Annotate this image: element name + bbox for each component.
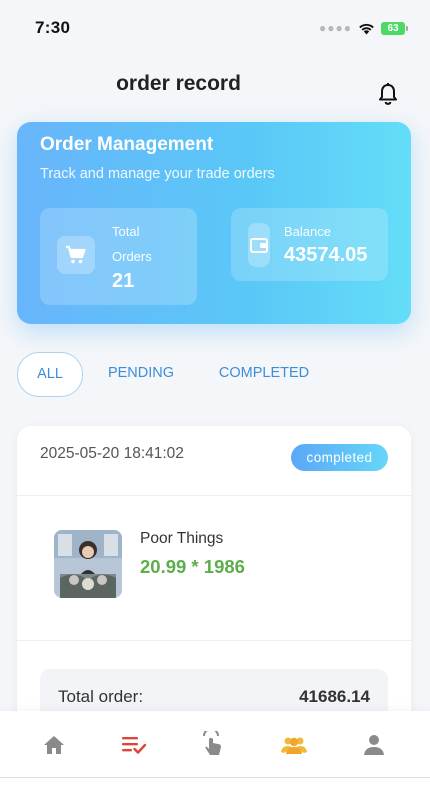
- total-order-label: Total order:: [58, 687, 144, 706]
- tap-hand-icon: [203, 731, 221, 755]
- summary-title: Order Management: [40, 134, 214, 155]
- tab-all[interactable]: ALL: [17, 352, 83, 397]
- page-header: order record: [0, 56, 430, 116]
- wallet-icon: [248, 223, 270, 267]
- status-time: 7:30: [35, 18, 71, 37]
- status-bar: 7:30 ●●●● 63: [0, 0, 430, 56]
- status-badge: completed: [291, 444, 388, 471]
- total-orders-label: Total Orders: [112, 224, 152, 264]
- divider: [17, 495, 411, 496]
- home-icon: [44, 736, 64, 754]
- user-icon: [364, 735, 384, 755]
- wifi-icon: [359, 23, 374, 34]
- product-thumbnail: [54, 530, 122, 598]
- balance-card: Balance 43574.05: [231, 208, 388, 281]
- balance-value: 43574.05: [284, 244, 368, 266]
- cart-icon: [57, 236, 95, 274]
- notification-bell-icon[interactable]: [377, 82, 399, 106]
- team-icon: [281, 737, 307, 754]
- product-name: Poor Things: [140, 530, 224, 547]
- nav-home[interactable]: [34, 729, 74, 761]
- tab-pending[interactable]: PENDING: [101, 352, 181, 395]
- balance-label: Balance: [284, 224, 331, 239]
- total-order-value: 41686.14: [299, 687, 370, 706]
- bottom-nav: [0, 711, 430, 785]
- cellular-signal-icon: ●●●●: [319, 21, 352, 35]
- order-card[interactable]: 2025-05-20 18:41:02 completed Poor Thing…: [17, 426, 411, 729]
- nav-team[interactable]: [274, 729, 314, 761]
- total-orders-card: Total Orders 21: [40, 208, 197, 305]
- nav-trade[interactable]: [194, 729, 234, 761]
- order-list-check-icon: [122, 737, 147, 754]
- nav-orders[interactable]: [114, 729, 154, 761]
- order-datetime: 2025-05-20 18:41:02: [40, 445, 184, 462]
- summary-subtitle: Track and manage your trade orders: [40, 166, 275, 182]
- page-title: order record: [116, 72, 241, 95]
- tab-completed[interactable]: COMPLETED: [210, 352, 318, 395]
- battery-icon: 63: [381, 21, 405, 35]
- status-icons: ●●●● 63: [319, 21, 408, 35]
- divider: [17, 640, 411, 641]
- product-price-quantity: 20.99 * 1986: [140, 556, 245, 577]
- home-indicator-line: [0, 777, 430, 778]
- order-management-card: Order Management Track and manage your t…: [17, 122, 411, 324]
- nav-profile[interactable]: [354, 729, 394, 761]
- battery-cap: [406, 25, 408, 31]
- total-orders-value: 21: [112, 270, 135, 292]
